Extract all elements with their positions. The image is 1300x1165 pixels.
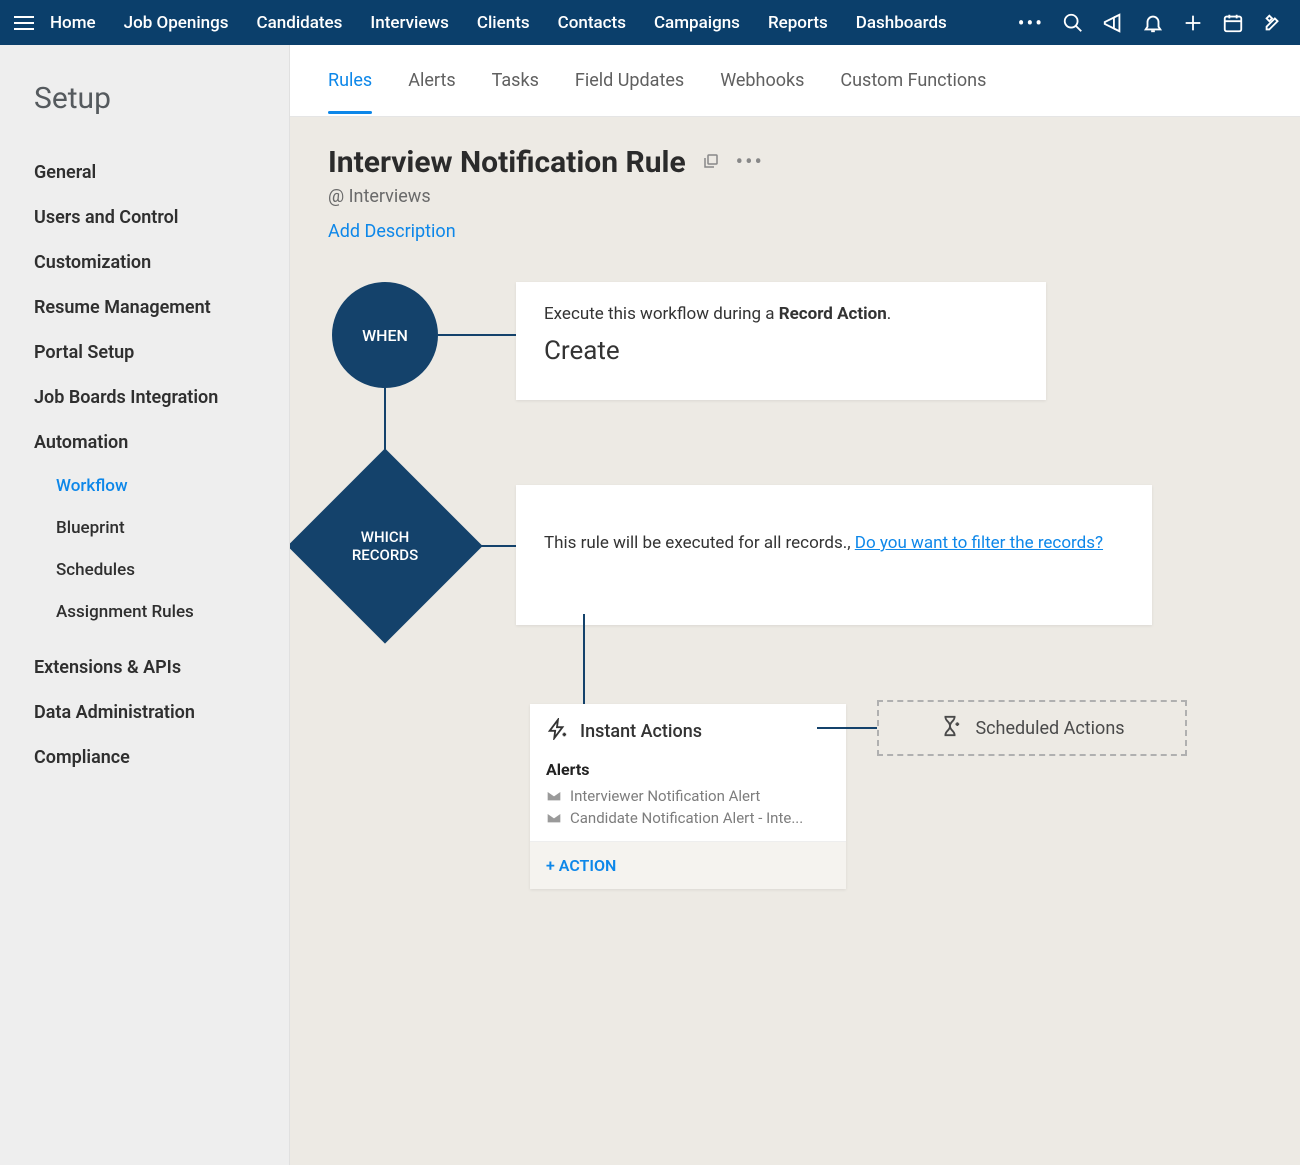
sidebar-portal-setup[interactable]: Portal Setup [34,330,289,375]
connector-line [817,727,877,729]
which-card[interactable]: This rule will be executed for all recor… [516,485,1152,625]
scheduled-actions-button[interactable]: Scheduled Actions [877,700,1187,756]
tools-icon[interactable] [1262,12,1284,34]
add-description-link[interactable]: Add Description [328,221,456,242]
nav-right: ••• [1018,11,1290,35]
when-node[interactable]: WHEN [332,282,438,388]
search-icon[interactable] [1062,12,1084,34]
tab-webhooks[interactable]: Webhooks [720,48,804,113]
nav-interviews[interactable]: Interviews [370,13,448,33]
nav-contacts[interactable]: Contacts [558,13,626,33]
bell-icon[interactable] [1142,12,1164,34]
sidebar-resume-management[interactable]: Resume Management [34,285,289,330]
filter-records-link[interactable]: Do you want to filter the records? [855,533,1103,553]
nav-job-openings[interactable]: Job Openings [124,13,229,33]
when-value: Create [544,336,1018,366]
when-description: Execute this workflow during a Record Ac… [544,304,1018,324]
tab-alerts[interactable]: Alerts [408,48,455,113]
rule-module: @ Interviews [328,186,1262,207]
sidebar: Setup General Users and Control Customiz… [0,45,290,1165]
workflow-flow: WHEN Execute this workflow during a Reco… [290,282,1300,962]
envelope-icon [546,812,562,824]
nav-clients[interactable]: Clients [477,13,530,33]
add-action-button[interactable]: + ACTION [530,841,846,889]
connector-line [438,334,518,336]
top-nav: Home Job Openings Candidates Interviews … [0,0,1300,45]
sidebar-automation[interactable]: Automation [34,420,289,465]
sidebar-blueprint[interactable]: Blueprint [34,507,289,549]
nav-items: Home Job Openings Candidates Interviews … [50,13,947,33]
tabs-bar: Rules Alerts Tasks Field Updates Webhook… [290,45,1300,117]
sidebar-data-admin[interactable]: Data Administration [34,690,289,735]
when-card[interactable]: Execute this workflow during a Record Ac… [516,282,1046,400]
lightning-icon [546,718,568,744]
sidebar-extensions[interactable]: Extensions & APIs [34,645,289,690]
sidebar-schedules[interactable]: Schedules [34,549,289,591]
megaphone-icon[interactable] [1102,12,1124,34]
sidebar-assignment-rules[interactable]: Assignment Rules [34,591,289,633]
hamburger-menu-icon[interactable] [14,16,34,30]
tab-custom-functions[interactable]: Custom Functions [840,48,986,113]
which-records-node[interactable]: WHICH RECORDS [316,477,454,615]
plus-icon[interactable] [1182,12,1204,34]
which-text: This rule will be executed for all recor… [544,533,855,553]
nav-campaigns[interactable]: Campaigns [654,13,740,33]
connector-line [452,545,516,547]
sidebar-title: Setup [34,81,289,116]
sidebar-job-boards[interactable]: Job Boards Integration [34,375,289,420]
scheduled-actions-label: Scheduled Actions [975,718,1124,739]
calendar-icon[interactable] [1222,12,1244,34]
alert-item[interactable]: Interviewer Notification Alert [546,785,830,807]
nav-home[interactable]: Home [50,13,96,33]
alert-item[interactable]: Candidate Notification Alert - Inte... [546,807,830,829]
tab-rules[interactable]: Rules [328,48,372,113]
nav-reports[interactable]: Reports [768,13,828,33]
envelope-icon [546,790,562,802]
popout-icon[interactable] [702,152,720,174]
content-area: Rules Alerts Tasks Field Updates Webhook… [290,45,1300,1165]
rule-title: Interview Notification Rule [328,145,686,180]
tab-field-updates[interactable]: Field Updates [575,48,684,113]
hourglass-icon [939,715,961,742]
more-actions-icon[interactable]: ••• [736,150,764,175]
sidebar-compliance[interactable]: Compliance [34,735,289,780]
alerts-heading: Alerts [546,760,830,779]
sidebar-customization[interactable]: Customization [34,240,289,285]
rule-header: Interview Notification Rule ••• @ Interv… [290,117,1300,242]
nav-dashboards[interactable]: Dashboards [856,13,947,33]
instant-actions-card: Instant Actions Alerts Interviewer Notif… [530,704,846,889]
instant-actions-title: Instant Actions [580,721,702,742]
more-modules-icon[interactable]: ••• [1018,11,1044,35]
nav-candidates[interactable]: Candidates [257,13,343,33]
sidebar-general[interactable]: General [34,150,289,195]
connector-line [583,614,585,718]
sidebar-users-control[interactable]: Users and Control [34,195,289,240]
tab-tasks[interactable]: Tasks [492,48,539,113]
sidebar-workflow[interactable]: Workflow [34,465,289,507]
